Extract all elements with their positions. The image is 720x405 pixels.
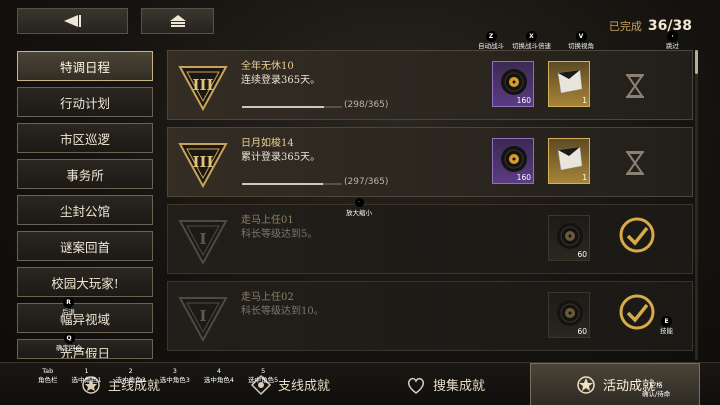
achievement-desc: 累计登录365天。 [241, 152, 321, 163]
hint-auto-battle: Z 自动战斗 [478, 31, 504, 50]
reward-item-record[interactable]: 160 [492, 61, 534, 107]
achievement-card[interactable]: III 日月如梭14 累计登录365天。 (297/365) 160 1 [167, 127, 693, 197]
hourglass-icon [626, 151, 644, 175]
completed-check-icon [619, 294, 655, 330]
sidebar-item-mystery-review[interactable]: 谜案回首 [17, 231, 153, 261]
back-arrow-icon [63, 15, 81, 27]
sidebar-item-special-schedule[interactable]: 特调日程 [17, 51, 153, 81]
reward-item-record[interactable]: 60 [548, 215, 590, 261]
reward-item-card[interactable]: 1 [548, 61, 590, 107]
record-icon [501, 69, 527, 95]
achievement-list: III 全年无休10 连续登录365天。 (298/365) 160 1 III… [167, 50, 693, 358]
tab-collection-achievements[interactable]: 搜集成就 [385, 363, 505, 405]
svg-text:I: I [199, 307, 206, 325]
progress-bar [242, 106, 342, 108]
hint-zoom: · 放大缩小 [346, 198, 372, 217]
sidebar-item-campus-player[interactable]: 校园大玩家! [17, 267, 153, 297]
hint-confirm-q: Q 确定回合 [56, 333, 82, 352]
hint-role-3: 3 选中角色3 [159, 367, 190, 384]
reward-item-card[interactable]: 1 [548, 138, 590, 184]
collection-achievement-icon [407, 377, 425, 394]
scrollbar-thumb[interactable] [695, 50, 698, 74]
tab-event-achievements[interactable]: 活动成就 [530, 363, 700, 405]
svg-text:III: III [192, 76, 213, 94]
hint-role-5: 5 选中角色5 [248, 367, 279, 384]
completed-check-icon [619, 217, 655, 253]
rank-emblem-icon: I [178, 220, 228, 266]
reward-item-record[interactable]: 60 [548, 292, 590, 338]
hourglass-icon [626, 74, 644, 98]
event-achievement-icon [577, 375, 595, 394]
achievement-desc: 连续登录365天。 [241, 75, 321, 86]
achievement-title: 走马上任01 [241, 215, 294, 226]
home-button[interactable] [141, 8, 214, 34]
hint-skip: · 跳过 [666, 31, 679, 50]
completion-counter: 已完成 36/38 [609, 18, 692, 34]
record-icon [557, 223, 583, 249]
achievement-card[interactable]: I 走马上任02 科长等级达到10。 60 [167, 281, 693, 351]
hint-back-r: R 后退 [62, 297, 75, 316]
card-icon [557, 69, 583, 94]
achievement-title: 全年无休10 [241, 61, 294, 72]
achievement-title: 走马上任02 [241, 292, 294, 303]
hint-skill: E 技能 [660, 316, 673, 335]
sidebar-item-city-patrol[interactable]: 市区巡逻 [17, 123, 153, 153]
rank-emblem-icon: III [178, 143, 228, 189]
progress-bar [242, 183, 342, 185]
hint-confirm-space: 空格 确认/待命 [642, 381, 671, 398]
svg-text:III: III [192, 153, 213, 171]
achievement-desc: 科长等级达到10。 [241, 306, 324, 317]
role-hints: Tab 角色栏 1 选中角色1 2 选中角色2 3 选中角色3 4 选中角色4 5 选中角色… [38, 367, 278, 385]
hint-role-2: 2 选中角色2 [115, 367, 146, 384]
achievement-title: 日月如梭14 [241, 138, 294, 149]
rank-emblem-icon: III [178, 66, 228, 112]
hint-role-1: 1 选中角色1 [71, 367, 102, 384]
sidebar-item-office[interactable]: 事务所 [17, 159, 153, 189]
svg-text:I: I [199, 230, 206, 248]
completed-label: 已完成 [608, 20, 642, 33]
hint-role-4: 4 选中角色4 [203, 367, 235, 384]
progress-text: (298/365) [344, 100, 389, 110]
category-sidebar: 特调日程 行动计划 市区巡逻 事务所 尘封公馆 谜案回首 校园大玩家! 幅异视域… [17, 51, 153, 365]
hint-battle-speed: X 切换战斗倍速 [512, 31, 551, 50]
sidebar-item-anomaly-view[interactable]: 幅异视域 [17, 303, 153, 333]
back-button[interactable] [17, 8, 128, 34]
sidebar-item-holiday[interactable]: 光芦假日 [17, 339, 153, 359]
record-icon [557, 300, 583, 326]
card-icon [557, 146, 583, 171]
achievement-card[interactable]: III 全年无休10 连续登录365天。 (298/365) 160 1 [167, 50, 693, 120]
scrollbar-track[interactable] [695, 50, 698, 360]
record-icon [501, 146, 527, 172]
rank-emblem-icon: I [178, 297, 228, 343]
status-in-progress [618, 69, 652, 103]
sidebar-item-action-plan[interactable]: 行动计划 [17, 87, 153, 117]
progress-text: (297/365) [344, 177, 389, 187]
achievement-card[interactable]: I 走马上任01 科长等级达到5。 60 [167, 204, 693, 274]
status-in-progress [618, 146, 652, 180]
home-icon [169, 15, 186, 27]
reward-item-record[interactable]: 160 [492, 138, 534, 184]
sidebar-item-dusty-mansion[interactable]: 尘封公馆 [17, 195, 153, 225]
hint-switch-view: V 切换视角 [568, 31, 594, 50]
achievement-desc: 科长等级达到5。 [241, 229, 318, 240]
hint-role-tab: Tab 角色栏 [38, 367, 58, 384]
